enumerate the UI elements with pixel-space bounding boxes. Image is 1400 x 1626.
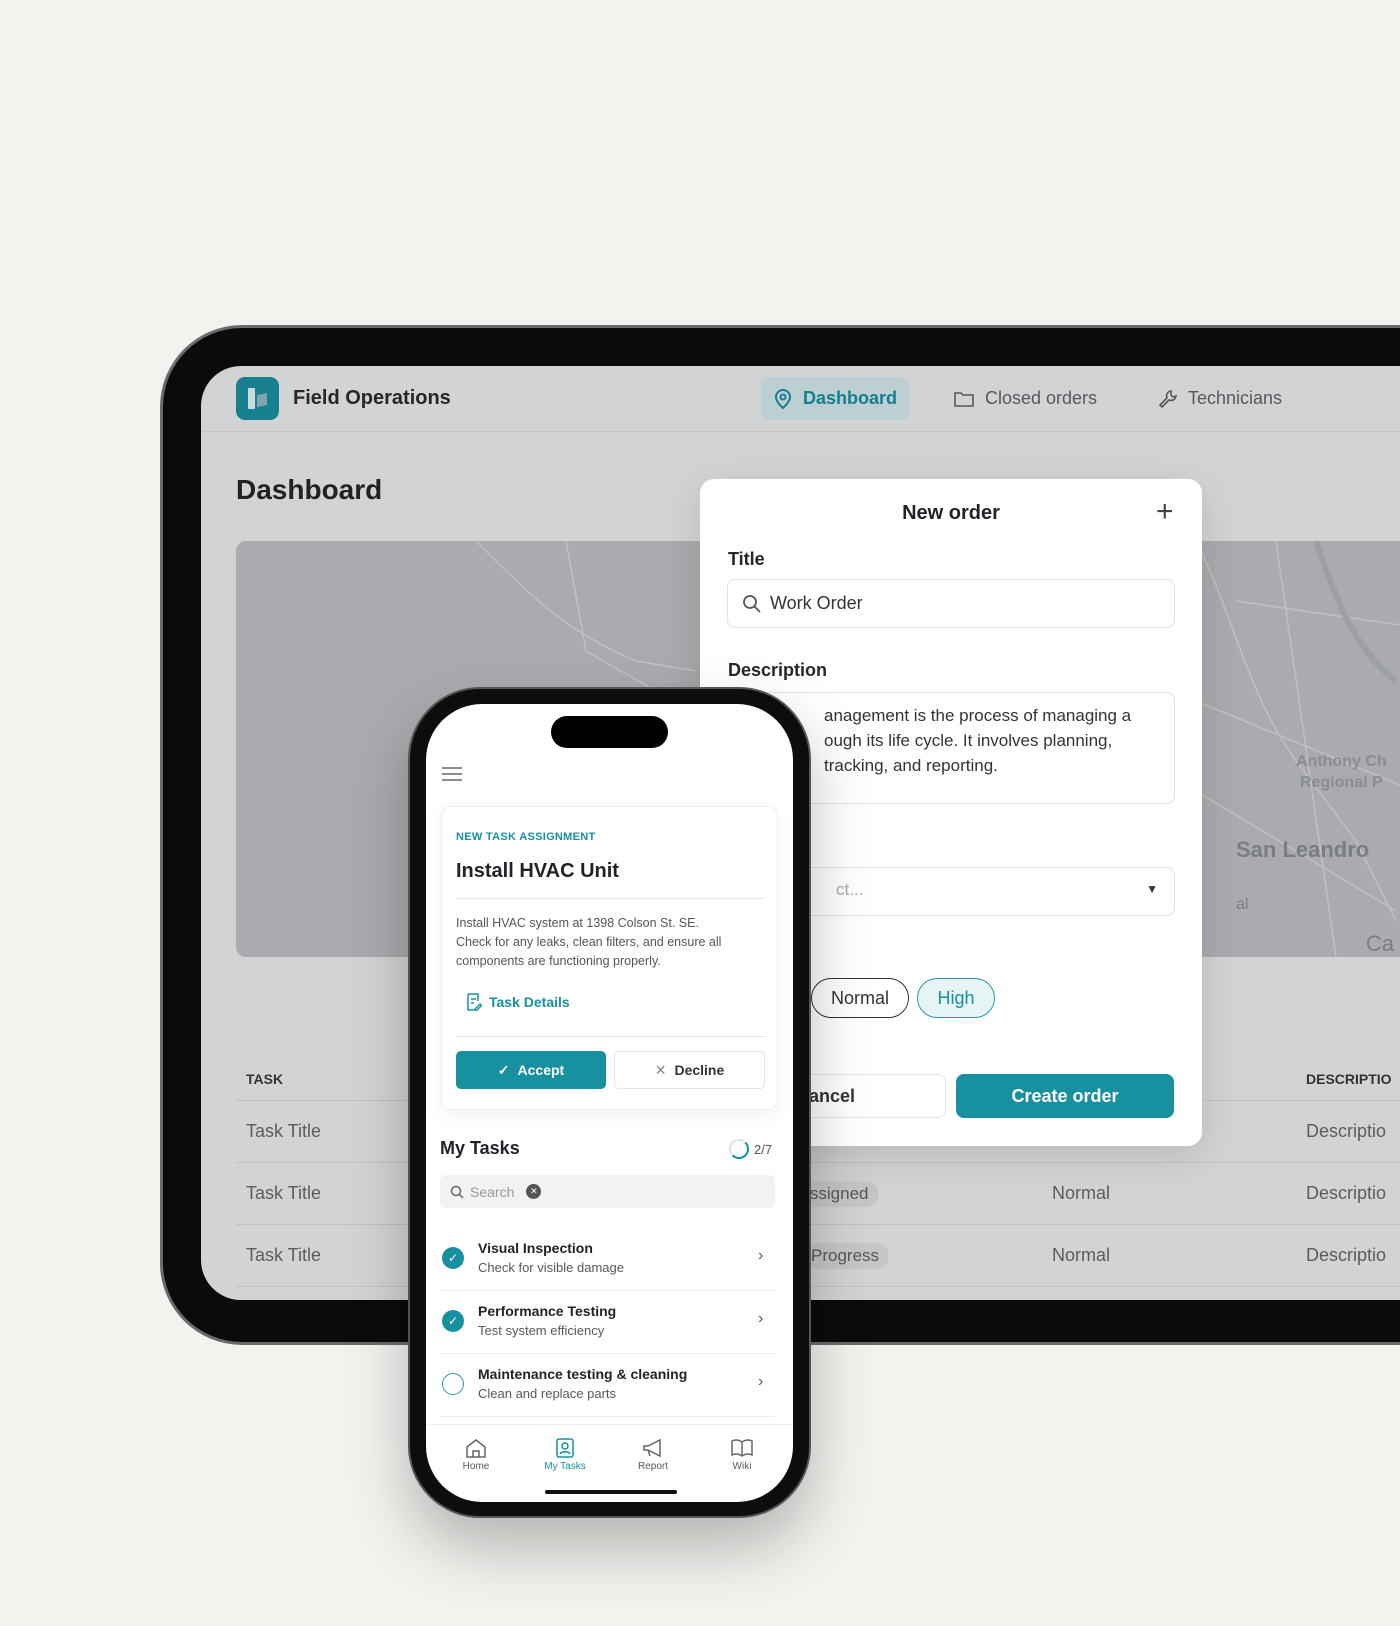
tab-home[interactable]: Home: [441, 1438, 511, 1472]
home-icon: [466, 1439, 486, 1458]
nav-label: Dashboard: [803, 388, 898, 408]
folder-icon: [954, 391, 974, 407]
title-input[interactable]: Work Order: [727, 579, 1175, 628]
nav-label: Closed orders: [985, 388, 1098, 408]
tab-my-tasks[interactable]: My Tasks: [530, 1438, 600, 1472]
task-details-link[interactable]: Task Details: [466, 993, 570, 1011]
clear-icon[interactable]: ✕: [526, 1184, 542, 1199]
nav-technicians[interactable]: Technicians: [1146, 377, 1294, 420]
description-label: Description: [728, 660, 828, 680]
top-nav: Field Operations Dashboard Closed orders…: [201, 366, 1400, 432]
divider: [456, 898, 765, 899]
task-subtitle: Check for visible damage: [478, 1260, 624, 1275]
task-subtitle: Test system efficiency: [478, 1323, 605, 1338]
task-title: Visual Inspection: [478, 1240, 593, 1256]
column-header-description: DESCRIPTIO: [1306, 1071, 1392, 1087]
caret-down-icon: ▼: [1146, 882, 1158, 896]
card-eyebrow: NEW TASK ASSIGNMENT: [456, 831, 596, 843]
table-cell-priority: Normal: [1052, 1245, 1111, 1265]
nav-label: Technicians: [1188, 388, 1283, 408]
priority-normal[interactable]: Normal: [811, 978, 909, 1018]
progress-count: 2/7: [754, 1142, 773, 1157]
priority-high[interactable]: High: [917, 978, 995, 1018]
tasks-icon: [556, 1438, 574, 1458]
progress-ring: [729, 1139, 749, 1159]
create-order-button[interactable]: Create order: [956, 1074, 1174, 1118]
divider: [426, 1424, 793, 1425]
chevron-right-icon: ›: [758, 1310, 764, 1327]
plus-icon[interactable]: +: [1156, 497, 1174, 527]
divider: [456, 1036, 765, 1037]
status-badge: Progress: [801, 1243, 890, 1269]
table-cell-task[interactable]: Task Title: [246, 1121, 321, 1142]
task-text: Maintenance testing & cleaning Clean and …: [478, 1366, 687, 1401]
task-list-item[interactable]: ✓ Performance Testing Test system efficie…: [440, 1292, 775, 1354]
dynamic-island: [551, 716, 668, 748]
unchecked-circle-icon[interactable]: [442, 1373, 464, 1395]
table-cell-description: Descriptio: [1306, 1245, 1387, 1265]
wrench-icon: [1158, 389, 1177, 408]
book-icon: [731, 1439, 753, 1457]
close-icon: ✕: [654, 1061, 667, 1078]
search-icon: [450, 1185, 464, 1199]
search-icon: [743, 594, 761, 613]
table-cell-description: Descriptio: [1306, 1183, 1387, 1203]
task-title: Performance Testing: [478, 1303, 617, 1319]
app-logo: [236, 377, 279, 420]
tab-wiki[interactable]: Wiki: [707, 1438, 777, 1472]
card-description: Install HVAC system at 1398 Colson St. S…: [456, 916, 722, 968]
title-label: Title: [728, 549, 765, 569]
nav-closed-orders[interactable]: Closed orders: [941, 377, 1109, 420]
table-cell-task[interactable]: Task Title: [246, 1245, 321, 1266]
table-cell-task[interactable]: Task Title: [246, 1183, 321, 1204]
chevron-right-icon: ›: [758, 1373, 764, 1390]
task-title: Maintenance testing & cleaning: [478, 1366, 688, 1382]
task-text: Visual Inspection Check for visible damag…: [478, 1240, 624, 1275]
column-header-task: TASK: [246, 1071, 284, 1087]
decline-button[interactable]: ✕ Decline: [614, 1051, 765, 1089]
text-line: tracking, and reporting.: [824, 756, 998, 775]
card-title: Install HVAC Unit: [456, 860, 619, 882]
tab-report[interactable]: Report: [618, 1438, 688, 1472]
my-tasks-title: My Tasks: [440, 1138, 520, 1158]
megaphone-icon: [643, 1438, 661, 1458]
home-indicator: [545, 1490, 677, 1494]
map-label: Anthony Ch Regional P: [1296, 753, 1387, 791]
accept-button[interactable]: ✓ Accept: [456, 1051, 606, 1089]
checked-circle-icon[interactable]: ✓: [442, 1247, 464, 1269]
checked-circle-icon[interactable]: ✓: [442, 1310, 464, 1332]
chevron-right-icon: ›: [758, 1247, 764, 1264]
check-icon: ✓: [497, 1061, 510, 1078]
map-pin-icon: [774, 388, 792, 409]
map-label: al: [1236, 896, 1249, 913]
select-placeholder: ct...: [836, 880, 864, 899]
hamburger-menu-icon[interactable]: [442, 767, 462, 781]
task-assignment-card: NEW TASK ASSIGNMENT Install HVAC Unit In…: [441, 806, 778, 1110]
phone-screen: NEW TASK ASSIGNMENT Install HVAC Unit In…: [426, 704, 793, 1502]
task-list-item[interactable]: ✓ Visual Inspection Check for visible dam…: [440, 1229, 775, 1291]
app-title: Field Operations: [293, 387, 451, 409]
page-title: Dashboard: [236, 474, 383, 505]
text-line: anagement is the process of managing a: [824, 706, 1132, 725]
task-list-item[interactable]: Maintenance testing & cleaning Clean and …: [440, 1355, 775, 1417]
text-line: ough its life cycle. It involves plannin…: [824, 731, 1113, 750]
map-label: San Leandro: [1236, 837, 1370, 862]
modal-title: New order: [902, 502, 1000, 524]
document-edit-icon: [467, 993, 482, 1011]
nav-dashboard[interactable]: Dashboard: [761, 377, 910, 420]
title-value: Work Order: [770, 593, 863, 613]
search-input[interactable]: Search ✕: [440, 1175, 775, 1208]
table-cell-description: Descriptio: [1306, 1121, 1387, 1141]
map-label: Ca: [1366, 931, 1395, 956]
task-subtitle: Clean and replace parts: [478, 1386, 617, 1401]
table-cell-priority: Normal: [1052, 1183, 1111, 1203]
task-text: Performance Testing Test system efficienc…: [478, 1303, 616, 1338]
